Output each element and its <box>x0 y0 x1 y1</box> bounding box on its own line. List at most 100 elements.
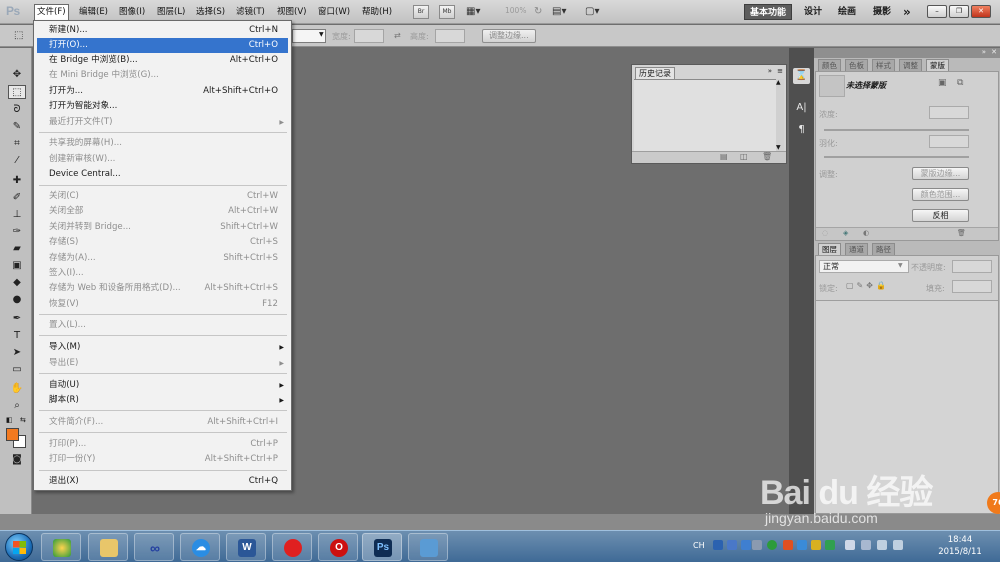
menu-file-info[interactable]: 文件简介(F)... Alt+Shift+Ctrl+I <box>37 415 288 430</box>
tab-adjustments[interactable]: 调整 <box>899 59 922 71</box>
path-select-tool-icon[interactable]: ➤ <box>8 346 26 360</box>
menu-new[interactable]: 新建(N)... Ctrl+N <box>37 23 288 38</box>
antivirus-icon[interactable] <box>783 540 793 550</box>
quick-mask-icon[interactable]: ◙ <box>8 453 26 467</box>
collapse-icon[interactable]: » <box>982 48 986 56</box>
plus-icon[interactable] <box>825 540 835 550</box>
menu-edit[interactable]: 编辑(E) <box>77 5 110 20</box>
crop-tool-icon[interactable]: ⌗ <box>8 137 26 151</box>
taskbar-app-explorer[interactable] <box>88 533 128 561</box>
history-brush-tool-icon[interactable]: ✑ <box>8 225 26 239</box>
marquee-tool-icon[interactable]: ⬚ <box>8 85 26 99</box>
snapshot-icon[interactable]: ◫ <box>740 152 748 161</box>
menu-import[interactable]: 导入(M) ▶ <box>37 340 288 355</box>
zoom-tool-icon[interactable]: ⌕ <box>8 399 26 413</box>
fill-field[interactable] <box>952 280 992 293</box>
menu-image[interactable]: 图像(I) <box>117 5 147 20</box>
type-tool-icon[interactable]: T <box>8 329 26 343</box>
keyboard-icon[interactable] <box>741 540 751 550</box>
height-input[interactable] <box>435 29 465 43</box>
density-field[interactable] <box>929 106 969 119</box>
collapse-icon[interactable]: » <box>768 67 772 75</box>
tab-channels[interactable]: 通道 <box>845 243 868 255</box>
character-panel-icon[interactable]: A| <box>793 100 810 116</box>
menu-share-screen[interactable]: 共享我的屏幕(H)... <box>37 136 288 151</box>
security-icon[interactable] <box>767 540 777 550</box>
menu-select[interactable]: 选择(S) <box>194 5 227 20</box>
history-tab[interactable]: 历史记录 <box>635 67 675 79</box>
tab-color[interactable]: 颜色 <box>818 59 841 71</box>
menu-place[interactable]: 置入(L)... <box>37 318 288 333</box>
menu-browse-bridge[interactable]: 在 Bridge 中浏览(B)... Alt+Ctrl+O <box>37 53 288 68</box>
new-document-icon[interactable]: ▤ <box>720 152 728 161</box>
menu-print[interactable]: 打印(P)... Ctrl+P <box>37 437 288 452</box>
clone-stamp-tool-icon[interactable]: ⊥ <box>8 208 26 222</box>
invert-button[interactable]: 反相 <box>912 209 969 222</box>
screen-mode-icon[interactable]: ▢▾ <box>585 5 599 19</box>
menu-open-smart-object[interactable]: 打开为智能对象... <box>37 99 288 114</box>
taskbar-app-360[interactable] <box>41 533 81 561</box>
menu-close-go-bridge[interactable]: 关闭并转到 Bridge... Shift+Ctrl+W <box>37 220 288 235</box>
menu-help[interactable]: 帮助(H) <box>360 5 394 20</box>
load-selection-icon[interactable]: ◌ <box>822 229 828 237</box>
menu-check-in[interactable]: 签入(I)... <box>37 266 288 281</box>
menu-save-for-web[interactable]: 存储为 Web 和设备所用格式(D)... Alt+Shift+Ctrl+S <box>37 281 288 296</box>
menu-print-one-copy[interactable]: 打印一份(Y) Alt+Shift+Ctrl+P <box>37 452 288 467</box>
menu-exit[interactable]: 退出(X) Ctrl+Q <box>37 474 288 489</box>
hand-tool-icon[interactable]: ✋ <box>8 382 26 396</box>
gradient-tool-icon[interactable]: ▣ <box>8 259 26 273</box>
quick-select-tool-icon[interactable]: ✎ <box>8 120 26 134</box>
menu-window[interactable]: 窗口(W) <box>316 5 352 20</box>
menu-view[interactable]: 视图(V) <box>275 5 308 20</box>
restore-icon[interactable]: ❐ <box>949 5 969 18</box>
menu-layer[interactable]: 图层(L) <box>155 5 187 20</box>
zoom-level[interactable]: 100% <box>505 6 526 15</box>
clock[interactable]: 18:44 2015/8/11 <box>935 534 985 558</box>
qq-icon[interactable] <box>811 540 821 550</box>
taskbar-app-word[interactable]: W <box>226 533 266 561</box>
mask-edge-button[interactable]: 蒙版边缘... <box>912 167 969 180</box>
taskbar-app-infinity[interactable]: ∞ <box>134 533 174 561</box>
refine-edge-button[interactable]: 调整边缘... <box>482 29 536 43</box>
paragraph-panel-icon[interactable]: ¶ <box>793 122 810 138</box>
close-icon[interactable]: ✕ <box>971 5 991 18</box>
menu-automate[interactable]: 自动(U) ▶ <box>37 378 288 393</box>
menu-device-central[interactable]: Device Central... <box>37 167 288 182</box>
menu-save-as[interactable]: 存储为(A)... Shift+Ctrl+S <box>37 251 288 266</box>
swap-colors-icon[interactable]: ⇆ <box>20 416 26 424</box>
menu-revert[interactable]: 恢复(V) F12 <box>37 297 288 312</box>
rotate-view-icon[interactable]: ↻ <box>534 5 542 19</box>
volume-icon[interactable] <box>893 540 903 550</box>
menu-close[interactable]: 关闭(C) Ctrl+W <box>37 189 288 204</box>
ime-icon[interactable] <box>713 540 723 550</box>
workspace-painting[interactable]: 绘画 <box>838 4 856 20</box>
workspace-essentials[interactable]: 基本功能 <box>744 4 793 20</box>
menu-close-all[interactable]: 关闭全部 Alt+Ctrl+W <box>37 204 288 219</box>
feather-field[interactable] <box>929 135 969 148</box>
default-colors-icon[interactable]: ◧ <box>6 416 13 424</box>
foreground-color-swatch[interactable] <box>6 428 19 441</box>
menu-save[interactable]: 存储(S) Ctrl+S <box>37 235 288 250</box>
density-slider[interactable] <box>824 129 969 131</box>
lock-icons[interactable]: ▢✎✥🔒 <box>846 281 889 290</box>
tab-masks[interactable]: 蒙版 <box>926 59 949 71</box>
brush-tool-icon[interactable]: ✐ <box>8 191 26 205</box>
delete-mask-icon[interactable]: 🗑 <box>957 229 966 237</box>
menu-open-as[interactable]: 打开为... Alt+Shift+Ctrl+O <box>37 84 288 99</box>
healing-brush-tool-icon[interactable]: ✚ <box>8 174 26 188</box>
workspace-photography[interactable]: 摄影 <box>873 4 891 20</box>
extras-icon[interactable]: ▦▾ <box>466 5 480 19</box>
scroll-up-icon[interactable]: ▲ <box>776 79 781 86</box>
menu-create-review[interactable]: 创建新审核(W)... <box>37 152 288 167</box>
cloud-sync-icon[interactable] <box>797 540 807 550</box>
marquee-preset-icon[interactable]: ⬚ <box>14 29 23 43</box>
menu-export[interactable]: 导出(E) ▶ <box>37 356 288 371</box>
taskbar-app-cloud[interactable]: ☁ <box>180 533 220 561</box>
dodge-tool-icon[interactable]: ● <box>8 293 26 307</box>
feather-slider[interactable] <box>824 156 969 158</box>
apply-mask-icon[interactable]: ◈ <box>843 229 848 237</box>
panel-menu-icon[interactable]: ≡ <box>777 67 783 75</box>
taskbar-app-opera[interactable]: O <box>318 533 358 561</box>
workspace-more[interactable]: » <box>903 4 911 20</box>
bridge-button[interactable]: Br <box>413 5 429 19</box>
